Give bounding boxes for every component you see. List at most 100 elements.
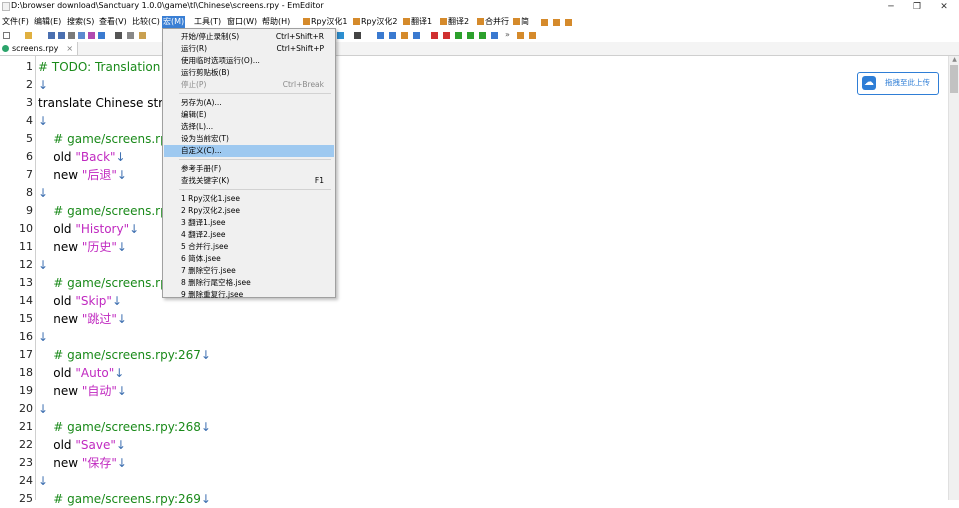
maximize-button[interactable]: ❐ [904,0,930,14]
macro-icon[interactable] [565,19,572,26]
minimize-button[interactable]: ─ [878,0,904,14]
macro-menu-item[interactable]: 7 删除空行.jsee [164,265,334,277]
edit-macro-icon[interactable] [491,32,498,39]
menu-item-shortcut: Ctrl+Shift+P [276,44,324,53]
code-line: # game/screens.rpy:269↓ [38,490,211,508]
run-options-icon[interactable] [467,32,474,39]
macro-menu-item[interactable]: 9 删除重复行.jsee [164,289,334,301]
menu-item-label: 5 合并行.jsee [181,242,229,251]
macro-menu-item[interactable]: 另存为(A)... [164,97,334,109]
menu-help[interactable]: 帮助(H) [261,16,291,28]
macro-button-merge-lines[interactable]: 合并行 [477,16,509,28]
run-macro-icon[interactable] [455,32,462,39]
menu-tools[interactable]: 工具(T) [193,16,222,28]
print-icon[interactable] [68,32,75,39]
browse-icon[interactable] [88,32,95,39]
copy-icon[interactable] [78,32,85,39]
toolbar-overflow-icon[interactable]: » [505,30,512,39]
code-text: new [38,384,82,398]
menu-item-label: 查找关键字(K) [181,176,230,185]
macro-menu-item[interactable]: 使用临时选项运行(O)... [164,55,334,67]
code-line: # game/screens.rpy:267↓ [38,346,211,364]
newline-mark-icon: ↓ [116,168,127,182]
code-string: "跳过" [81,312,117,326]
macro-menu-item[interactable]: 运行剪贴板(B) [164,67,334,79]
cut-icon[interactable] [115,32,122,39]
macro-button-translate2[interactable]: 翻译2 [440,16,469,28]
wrap-window-icon[interactable] [389,32,396,39]
code-string: "自动" [81,384,117,398]
font-icon[interactable] [354,32,361,39]
code-comment: # game/screens.rpy:269 [38,492,201,506]
macro-menu-item[interactable]: 选择(L)... [164,121,334,133]
macro-menu-item[interactable]: 5 合并行.jsee [164,241,334,253]
line-number: 25 [19,492,33,505]
cloud-upload-icon: ☁ [862,76,876,90]
macro-button-simplified[interactable]: 简 [513,16,529,28]
copy-clip-icon[interactable] [127,32,134,39]
line-number: 3 [26,96,33,109]
menu-window[interactable]: 窗口(W) [226,16,258,28]
stop-macro-icon[interactable] [443,32,450,39]
plugin-icon[interactable] [517,32,524,39]
macro-menu-item[interactable]: 3 翻译1.jsee [164,217,334,229]
macro-icon[interactable] [553,19,560,26]
menu-search[interactable]: 搜索(S) [66,16,95,28]
macro-menu-item[interactable]: 自定义(C)... [164,145,334,157]
macro-menu-item[interactable]: 查找关键字(K) F1 [164,175,334,187]
macro-menu-item[interactable]: 编辑(E) [164,109,334,121]
run-clipboard-icon[interactable] [479,32,486,39]
view-icon[interactable] [337,32,344,39]
menu-item-shortcut: F1 [314,176,324,185]
record-macro-icon[interactable] [431,32,438,39]
macro-icon [513,18,520,25]
code-string: "Save" [75,438,116,452]
new-file-icon[interactable] [3,32,10,39]
macro-button-rpy2[interactable]: Rpy汉化2 [353,16,397,28]
macro-menu-item[interactable]: 2 Rpy汉化2.jsee [164,205,334,217]
code-line: new "自动"↓ [38,382,127,400]
code-text: old [38,438,76,452]
outline-icon[interactable] [413,32,420,39]
macro-menu-item[interactable]: 4 翻译2.jsee [164,229,334,241]
plugin-icon[interactable] [529,32,536,39]
menu-item-label: 另存为(A)... [181,98,222,107]
macro-menu-item[interactable]: 6 简体.jsee [164,253,334,265]
menu-item-shortcut: Ctrl+Shift+R [275,32,324,41]
menu-compare[interactable]: 比较(C) [131,16,161,28]
menu-file[interactable]: 文件(F) [1,16,30,28]
newline-mark-icon: ↓ [116,240,127,254]
save-all-icon[interactable] [58,32,65,39]
close-tab-icon[interactable]: × [66,44,73,53]
menu-view[interactable]: 查看(V) [98,16,128,28]
macro-icon[interactable] [541,19,548,26]
macro-icon [440,18,447,25]
scroll-up-arrow-icon[interactable]: ▲ [950,56,959,64]
close-button[interactable]: ✕ [931,0,957,14]
preview-icon[interactable] [98,32,105,39]
paste-icon[interactable] [139,32,146,39]
macro-menu-item[interactable]: 8 删除行尾空格.jsee [164,277,334,289]
wrap-icon[interactable] [377,32,384,39]
menu-item-label: 参考手册(F) [181,164,222,173]
code-line: old "Save"↓ [38,436,126,454]
macro-menu-item[interactable]: 1 Rpy汉化1.jsee [164,193,334,205]
vertical-scrollbar[interactable]: ▲ [948,56,959,500]
macro-menu-item[interactable]: 设为当前宏(T) [164,133,334,145]
upload-drop-button[interactable]: ☁ 拖拽至此上传 [857,72,939,95]
scroll-thumb[interactable] [950,65,958,93]
menu-macro[interactable]: 宏(M) [162,16,186,28]
macro-menu-item[interactable]: 运行(R) Ctrl+Shift+P [164,43,334,55]
marks-icon[interactable] [401,32,408,39]
save-icon[interactable] [48,32,55,39]
menu-item-label: 开始/停止录制(S) [181,32,240,41]
macro-button-translate1[interactable]: 翻译1 [403,16,432,28]
macro-button-rpy1[interactable]: Rpy汉化1 [303,16,347,28]
macro-menu-item[interactable]: 开始/停止录制(S) Ctrl+Shift+R [164,31,334,43]
macro-menu-item[interactable]: 参考手册(F) [164,163,334,175]
tab-screens-rpy[interactable]: screens.rpy × [0,42,79,55]
line-number: 2 [26,78,33,91]
open-folder-icon[interactable] [25,32,32,39]
menu-edit[interactable]: 编辑(E) [33,16,62,28]
code-line: old "Back"↓ [38,148,125,166]
